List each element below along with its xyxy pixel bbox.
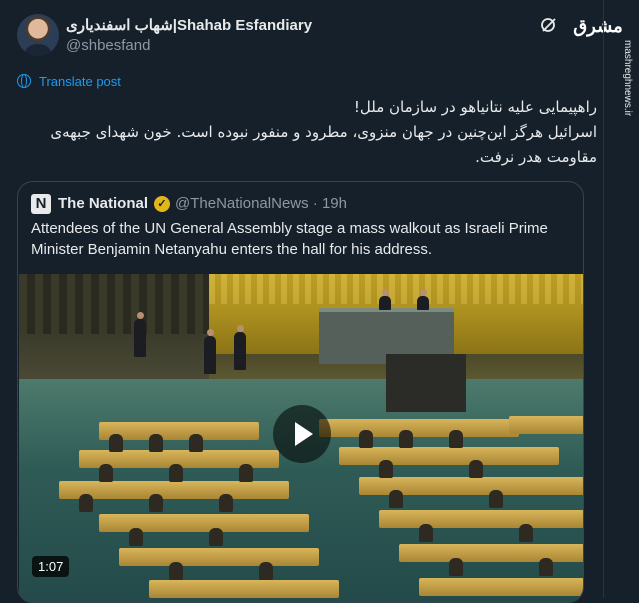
- video-scene-chair: [219, 494, 233, 512]
- video-scene-chair: [129, 528, 143, 546]
- video-duration: 1:07: [32, 556, 70, 577]
- video-scene-person: [417, 289, 429, 310]
- video-scene-desk-row: [399, 544, 583, 562]
- quoted-time[interactable]: 19h: [322, 195, 347, 212]
- video-scene-chair: [379, 460, 393, 478]
- post-text: راهپیمایی علیه نتانیاهو در سازمان ملل! ا…: [50, 98, 597, 166]
- grok-icon[interactable]: [540, 16, 558, 34]
- column-divider: [603, 0, 604, 598]
- author-display-name[interactable]: شهاب اسفندیاری|Shahab Esfandiary: [66, 16, 312, 34]
- video-scene-chair: [389, 490, 403, 508]
- video-scene-chair: [149, 434, 163, 452]
- video-scene-chair: [419, 524, 433, 542]
- video-scene-chair: [399, 430, 413, 448]
- video-scene-chair: [469, 460, 483, 478]
- video-scene-chair: [259, 562, 273, 580]
- play-button[interactable]: [273, 405, 331, 463]
- video-scene-chair: [489, 490, 503, 508]
- verified-badge-icon: ✓: [154, 196, 170, 212]
- quoted-text: Attendees of the UN General Assembly sta…: [31, 220, 548, 258]
- the-national-logo: N: [31, 194, 51, 214]
- video-scene-chair: [189, 434, 203, 452]
- translate-globe-icon[interactable]: [17, 74, 31, 88]
- video-scene-chair: [449, 558, 463, 576]
- video-scene-desk-row: [59, 481, 289, 499]
- video-scene-chair: [109, 434, 123, 452]
- video-scene-desk-row: [119, 548, 319, 566]
- video-scene-desk-row: [319, 419, 519, 437]
- video-scene-chair: [169, 464, 183, 482]
- translate-post-link[interactable]: Translate post: [39, 74, 121, 89]
- video-scene-chair: [519, 524, 533, 542]
- video-scene-person: [204, 329, 216, 374]
- quoted-meta: @TheNationalNews · 19h: [175, 195, 347, 212]
- video-scene-chair: [99, 464, 113, 482]
- video-scene-desk-row: [339, 447, 559, 465]
- video-scene-dark-wall: [19, 274, 209, 384]
- video-scene-person: [379, 289, 391, 310]
- video-scene-chair: [149, 494, 163, 512]
- video-scene-chair: [449, 430, 463, 448]
- watermark-site-text: mashreghnews.ir: [622, 40, 633, 117]
- video-scene-person: [134, 312, 146, 357]
- video-scene-desk-row: [509, 416, 583, 434]
- video-scene-desk-row: [419, 578, 583, 596]
- author-handle[interactable]: @shbesfand: [66, 37, 150, 54]
- video-scene-desk-row: [379, 510, 583, 528]
- quoted-author-name[interactable]: The National: [58, 195, 148, 212]
- video-scene-desk-row: [99, 422, 259, 440]
- video-scene-chair: [169, 562, 183, 580]
- avatar[interactable]: [17, 14, 59, 56]
- video-scene-chair: [359, 430, 373, 448]
- video-scene-person: [234, 325, 246, 370]
- video-scene-chair: [239, 464, 253, 482]
- video-scene-desk-row: [149, 580, 339, 598]
- video-scene-rostrum: [386, 354, 466, 412]
- quoted-handle[interactable]: @TheNationalNews: [175, 195, 309, 212]
- video-scene-chair: [209, 528, 223, 546]
- quoted-post-card[interactable]: N The National ✓ @TheNationalNews · 19h …: [17, 181, 584, 603]
- video-player[interactable]: 1:07: [19, 274, 583, 602]
- video-scene-chair: [79, 494, 93, 512]
- meta-separator: ·: [312, 195, 318, 212]
- video-scene-chair: [539, 558, 553, 576]
